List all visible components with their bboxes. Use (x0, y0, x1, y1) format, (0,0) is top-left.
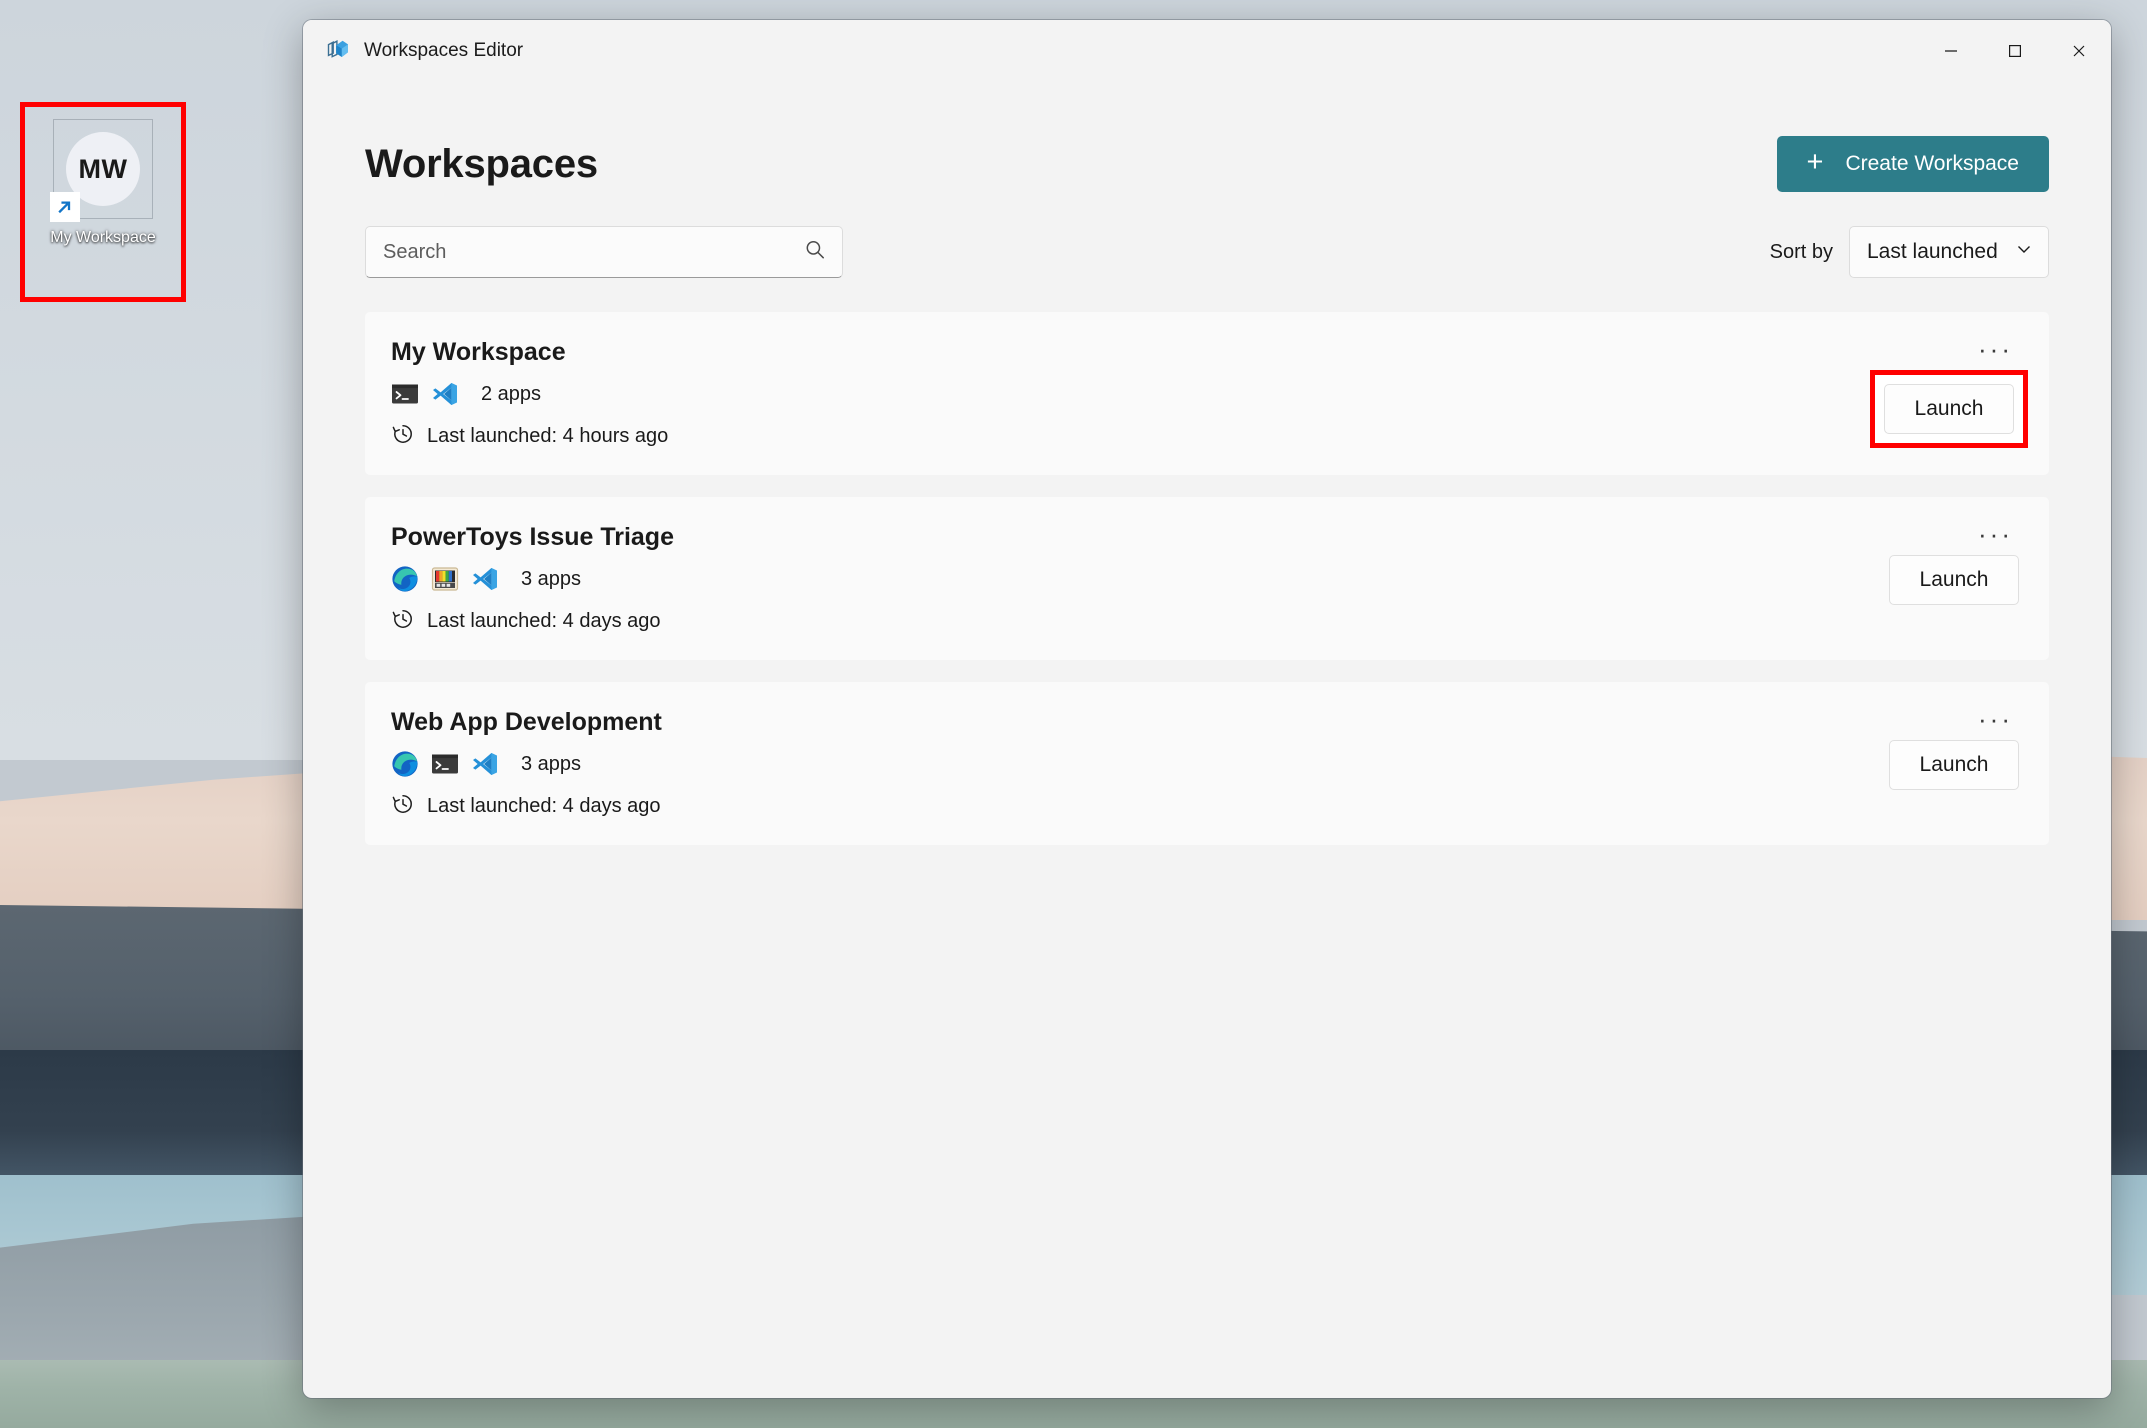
sort-by-label: Sort by (1769, 240, 1833, 263)
last-launched-text: Last launched: 4 days ago (427, 795, 661, 817)
shortcut-arrow-icon (50, 192, 80, 222)
workspace-info: PowerToys Issue Triage 3 apps Last launche… (391, 523, 674, 636)
workspace-last-launched: Last launched: 4 days ago (391, 607, 674, 636)
app-icon-group (391, 750, 499, 778)
apps-count: 3 apps (521, 567, 582, 590)
apps-count: 3 apps (521, 752, 582, 775)
app-icon-group (391, 380, 459, 408)
more-options-button[interactable]: ··· (1972, 521, 2019, 555)
vscode-icon (471, 750, 499, 778)
workspaces-cube-icon (325, 36, 351, 67)
launch-button[interactable]: Launch (1889, 740, 2019, 790)
launch-button-highlight: Launch (1870, 370, 2028, 448)
workspace-last-launched: Last launched: 4 days ago (391, 792, 662, 821)
colorpicker-icon (431, 565, 459, 593)
workspace-actions: ··· Launch (1889, 706, 2019, 790)
terminal-icon (431, 750, 459, 778)
workspace-apps: 3 apps (391, 564, 674, 594)
workspace-card[interactable]: My Workspace 2 apps Last launched: 4 hours… (365, 312, 2049, 475)
window-content: Workspaces + Create Workspace Search Sor… (303, 82, 2111, 1398)
maximize-icon[interactable] (1983, 20, 2047, 82)
shortcut-tile: MW (50, 119, 153, 222)
minimize-icon[interactable] (1919, 20, 1983, 82)
shortcut-label: My Workspace (50, 229, 156, 246)
workspace-apps: 3 apps (391, 749, 662, 779)
workspace-card[interactable]: PowerToys Issue Triage 3 apps Last launche… (365, 497, 2049, 660)
workspace-name: PowerToys Issue Triage (391, 523, 674, 551)
search-box (365, 226, 843, 278)
workspace-actions: ··· Launch (1870, 336, 2028, 448)
close-icon[interactable] (2047, 20, 2111, 82)
window-titlebar: Workspaces Editor (303, 20, 2111, 82)
last-launched-text: Last launched: 4 hours ago (427, 425, 669, 447)
desktop-shortcut-my-workspace[interactable]: MW My Workspace (20, 102, 186, 302)
history-clock-icon (391, 422, 415, 451)
page-header: Workspaces + Create Workspace (365, 82, 2049, 192)
toolbar: Sort by Last launched (365, 226, 2049, 278)
sort-control: Sort by Last launched (1770, 226, 2049, 278)
create-workspace-label: Create Workspace (1845, 152, 2019, 175)
workspace-info: Web App Development 3 apps Last launched: … (391, 708, 662, 821)
search-input[interactable] (365, 226, 843, 278)
vscode-icon (431, 380, 459, 408)
last-launched-text: Last launched: 4 days ago (427, 610, 661, 632)
launch-button[interactable]: Launch (1884, 384, 2014, 434)
edge-icon (391, 565, 419, 593)
more-options-button[interactable]: ··· (1972, 336, 2019, 370)
workspace-card[interactable]: Web App Development 3 apps Last launched: … (365, 682, 2049, 845)
workspace-info: My Workspace 2 apps Last launched: 4 hours… (391, 338, 668, 451)
workspaces-editor-window: Workspaces Editor Workspaces + Create Wo… (303, 20, 2111, 1398)
history-clock-icon (391, 607, 415, 636)
workspace-actions: ··· Launch (1889, 521, 2019, 605)
apps-count: 2 apps (481, 382, 542, 405)
launch-button[interactable]: Launch (1889, 555, 2019, 605)
sort-dropdown[interactable]: Last launched (1849, 226, 2049, 278)
more-options-button[interactable]: ··· (1972, 706, 2019, 740)
edge-icon (391, 750, 419, 778)
workspace-last-launched: Last launched: 4 hours ago (391, 422, 668, 451)
workspace-name: Web App Development (391, 708, 662, 736)
workspace-apps: 2 apps (391, 379, 668, 409)
app-icon-group (391, 565, 499, 593)
window-title: Workspaces Editor (364, 40, 524, 61)
terminal-icon (391, 380, 419, 408)
workspace-list: My Workspace 2 apps Last launched: 4 hours… (365, 312, 2049, 845)
plus-icon: + (1806, 146, 1824, 178)
page-title: Workspaces (365, 141, 598, 186)
vscode-icon (471, 565, 499, 593)
window-controls (1919, 20, 2111, 82)
desktop: MW My Workspace Workspaces Editor Worksp… (0, 0, 2147, 1428)
create-workspace-button[interactable]: + Create Workspace (1776, 136, 2049, 192)
sort-selected-value: Last launched (1867, 240, 1998, 263)
chevron-down-icon (2014, 239, 2034, 265)
workspace-name: My Workspace (391, 338, 566, 366)
history-clock-icon (391, 792, 415, 821)
